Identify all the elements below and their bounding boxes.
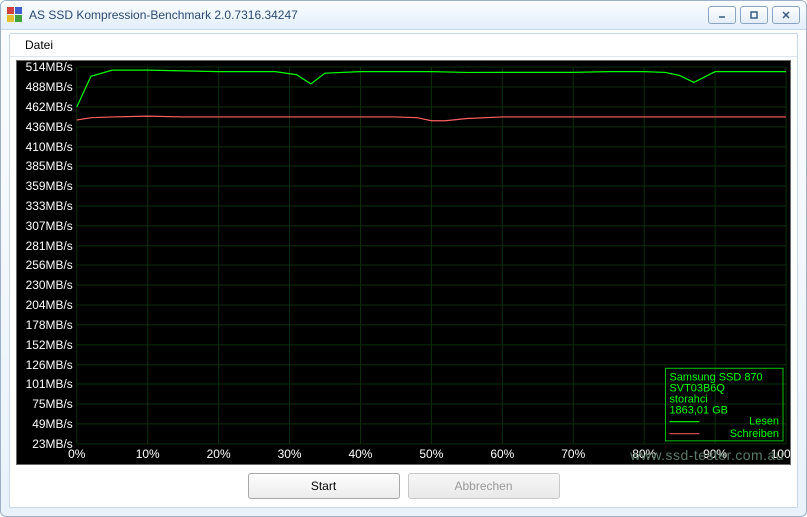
y-tick-label: 436MB/s: [26, 120, 73, 134]
legend-read: Lesen: [749, 416, 779, 428]
x-tick-label: 70%: [561, 447, 585, 461]
y-tick-label: 410MB/s: [26, 140, 73, 154]
y-tick-label: 488MB/s: [26, 80, 73, 94]
window-title: AS SSD Kompression-Benchmark 2.0.7316.34…: [29, 8, 298, 22]
watermark: www.ssd-tester.com.au: [629, 447, 784, 463]
y-tick-label: 359MB/s: [26, 179, 73, 193]
y-tick-label: 49MB/s: [32, 417, 73, 431]
start-button[interactable]: Start: [248, 473, 400, 499]
legend-info: 1863,01 GB: [669, 405, 727, 417]
titlebar: AS SSD Kompression-Benchmark 2.0.7316.34…: [1, 1, 806, 30]
window-buttons: [708, 6, 800, 24]
y-tick-label: 307MB/s: [26, 219, 73, 233]
y-tick-label: 204MB/s: [26, 298, 73, 312]
y-tick-label: 462MB/s: [26, 100, 73, 114]
x-tick-label: 30%: [278, 447, 302, 461]
x-tick-label: 0%: [68, 447, 86, 461]
legend-write: Schreiben: [730, 428, 779, 440]
x-tick-label: 50%: [419, 447, 443, 461]
y-tick-label: 23MB/s: [32, 437, 73, 451]
y-tick-label: 152MB/s: [26, 338, 73, 352]
y-tick-label: 256MB/s: [26, 258, 73, 272]
button-row: Start Abbrechen: [10, 471, 797, 501]
y-tick-label: 75MB/s: [32, 397, 73, 411]
menubar: Datei: [10, 34, 797, 57]
x-tick-label: 10%: [136, 447, 160, 461]
compression-chart: 23MB/s 49MB/s 75MB/s 101MB/s 126MB/s 152MB/s 1…: [17, 61, 790, 464]
maximize-button[interactable]: [740, 6, 768, 24]
y-tick-label: 178MB/s: [26, 318, 73, 332]
y-tick-label: 281MB/s: [26, 239, 73, 253]
y-tick-label: 333MB/s: [26, 199, 73, 213]
close-button[interactable]: [772, 6, 800, 24]
chart-area: 23MB/s 49MB/s 75MB/s 101MB/s 126MB/s 152MB/s 1…: [16, 60, 791, 465]
x-tick-label: 60%: [490, 447, 514, 461]
y-tick-label: 101MB/s: [26, 377, 73, 391]
cancel-button: Abbrechen: [408, 473, 560, 499]
app-window: AS SSD Kompression-Benchmark 2.0.7316.34…: [0, 0, 807, 517]
x-tick-label: 20%: [207, 447, 231, 461]
y-tick-label: 126MB/s: [26, 358, 73, 372]
y-tick-label: 230MB/s: [26, 278, 73, 292]
minimize-button[interactable]: [708, 6, 736, 24]
client-area: Datei 23MB/s 49MB/s 75MB/s 101MB/s 126MB/s 15…: [9, 33, 798, 508]
menu-file[interactable]: Datei: [16, 35, 62, 55]
y-tick-label: 514MB/s: [26, 61, 73, 74]
y-tick-label: 385MB/s: [26, 159, 73, 173]
x-tick-label: 40%: [349, 447, 373, 461]
app-icon: [7, 7, 23, 23]
